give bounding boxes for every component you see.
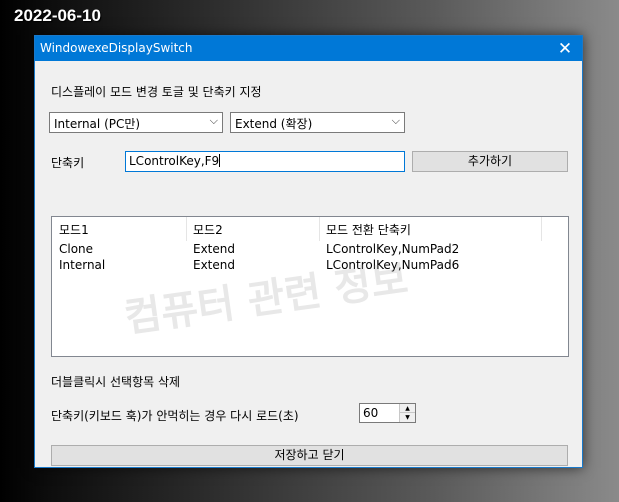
mode2-select[interactable]: Extend (확장) ⌵: [230, 112, 405, 133]
text-caret: [219, 154, 221, 167]
list-cell: LControlKey,NumPad2: [326, 242, 460, 256]
list-cell: Clone: [59, 242, 94, 256]
list-cell: Internal: [59, 258, 106, 272]
title-bar[interactable]: WindowexeDisplaySwitch ✕: [35, 36, 582, 61]
list-cell: LControlKey,NumPad6: [326, 258, 460, 272]
app-window: WindowexeDisplaySwitch ✕ 디스플레이 모드 변경 토글 …: [34, 35, 583, 468]
hotkey-list[interactable]: 모드1 모드2 모드 전환 단축키 Clone Extend LControlK…: [51, 216, 569, 357]
chevron-down-icon: ⌵: [209, 114, 218, 127]
double-click-note: 더블클릭시 선택항목 삭제: [51, 375, 181, 389]
mode2-select-value: Extend (확장): [235, 117, 313, 131]
stepper-arrows: ▲ ▼: [399, 404, 415, 422]
save-and-close-button[interactable]: 저장하고 닫기: [51, 445, 568, 466]
column-header-mode2[interactable]: 모드2: [186, 217, 319, 241]
list-cell: Extend: [193, 258, 235, 272]
mode1-select[interactable]: Internal (PC만) ⌵: [49, 112, 223, 133]
arrow-up-icon[interactable]: ▲: [400, 404, 415, 413]
hotkey-label: 단축키: [51, 156, 85, 170]
column-divider[interactable]: [541, 217, 542, 241]
chevron-down-icon: ⌵: [391, 114, 400, 127]
list-header: 모드1 모드2 모드 전환 단축키: [52, 217, 568, 241]
reload-seconds-stepper[interactable]: 60 ▲ ▼: [359, 403, 416, 423]
add-hotkey-button[interactable]: 추가하기: [412, 151, 568, 172]
list-cell: Extend: [193, 242, 235, 256]
date-overlay: 2022-06-10: [14, 6, 101, 25]
column-header-mode1[interactable]: 모드1: [52, 217, 186, 241]
arrow-down-icon[interactable]: ▼: [400, 413, 415, 422]
list-row[interactable]: Internal Extend LControlKey,NumPad6: [52, 258, 568, 274]
hotkey-input[interactable]: LControlKey,F9: [125, 151, 405, 172]
column-header-hotkey[interactable]: 모드 전환 단축키: [319, 217, 541, 241]
reload-seconds-value: 60: [363, 406, 379, 420]
reload-label: 단축키(키보드 훅)가 안먹히는 경우 다시 로드(초): [51, 409, 299, 423]
section-label: 디스플레이 모드 변경 토글 및 단축키 지정: [51, 85, 262, 99]
window-title: WindowexeDisplaySwitch: [40, 41, 193, 55]
close-icon[interactable]: ✕: [548, 36, 582, 61]
client-area: 디스플레이 모드 변경 토글 및 단축키 지정 Internal (PC만) ⌵…: [35, 61, 582, 467]
mode1-select-value: Internal (PC만): [54, 117, 141, 131]
list-row[interactable]: Clone Extend LControlKey,NumPad2: [52, 242, 568, 258]
hotkey-input-value: LControlKey,F9: [129, 154, 220, 168]
